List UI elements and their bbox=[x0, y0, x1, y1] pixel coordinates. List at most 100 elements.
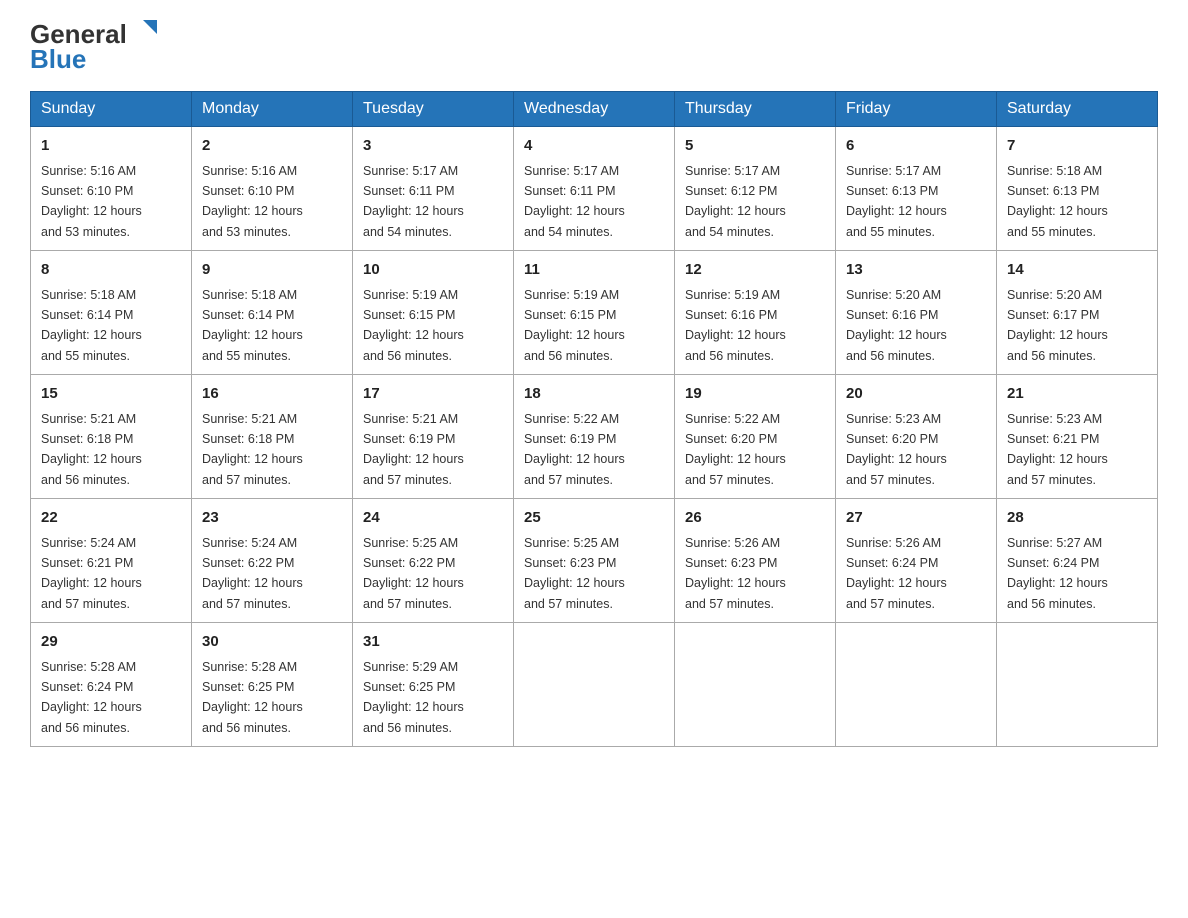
day-number: 24 bbox=[363, 507, 503, 530]
weekday-header-sunday: Sunday bbox=[31, 92, 192, 127]
day-info: Sunrise: 5:23 AMSunset: 6:21 PMDaylight:… bbox=[1007, 412, 1108, 487]
day-info: Sunrise: 5:29 AMSunset: 6:25 PMDaylight:… bbox=[363, 660, 464, 735]
day-info: Sunrise: 5:17 AMSunset: 6:12 PMDaylight:… bbox=[685, 164, 786, 239]
day-number: 11 bbox=[524, 259, 664, 282]
week-row-2: 8 Sunrise: 5:18 AMSunset: 6:14 PMDayligh… bbox=[31, 251, 1158, 375]
day-info: Sunrise: 5:28 AMSunset: 6:24 PMDaylight:… bbox=[41, 660, 142, 735]
day-info: Sunrise: 5:22 AMSunset: 6:20 PMDaylight:… bbox=[685, 412, 786, 487]
day-info: Sunrise: 5:21 AMSunset: 6:19 PMDaylight:… bbox=[363, 412, 464, 487]
week-row-3: 15 Sunrise: 5:21 AMSunset: 6:18 PMDaylig… bbox=[31, 375, 1158, 499]
calendar-cell: 12 Sunrise: 5:19 AMSunset: 6:16 PMDaylig… bbox=[675, 251, 836, 375]
day-number: 5 bbox=[685, 135, 825, 158]
day-number: 16 bbox=[202, 383, 342, 406]
weekday-header-friday: Friday bbox=[836, 92, 997, 127]
day-info: Sunrise: 5:23 AMSunset: 6:20 PMDaylight:… bbox=[846, 412, 947, 487]
day-number: 7 bbox=[1007, 135, 1147, 158]
day-number: 18 bbox=[524, 383, 664, 406]
day-number: 22 bbox=[41, 507, 181, 530]
day-number: 26 bbox=[685, 507, 825, 530]
calendar-cell: 8 Sunrise: 5:18 AMSunset: 6:14 PMDayligh… bbox=[31, 251, 192, 375]
day-info: Sunrise: 5:20 AMSunset: 6:16 PMDaylight:… bbox=[846, 288, 947, 363]
calendar-cell: 26 Sunrise: 5:26 AMSunset: 6:23 PMDaylig… bbox=[675, 499, 836, 623]
calendar-cell: 29 Sunrise: 5:28 AMSunset: 6:24 PMDaylig… bbox=[31, 623, 192, 747]
day-info: Sunrise: 5:18 AMSunset: 6:14 PMDaylight:… bbox=[202, 288, 303, 363]
day-number: 20 bbox=[846, 383, 986, 406]
day-number: 21 bbox=[1007, 383, 1147, 406]
day-info: Sunrise: 5:20 AMSunset: 6:17 PMDaylight:… bbox=[1007, 288, 1108, 363]
logo-blue-text: Blue bbox=[30, 45, 86, 74]
day-number: 10 bbox=[363, 259, 503, 282]
calendar-cell bbox=[836, 623, 997, 747]
weekday-header-thursday: Thursday bbox=[675, 92, 836, 127]
day-info: Sunrise: 5:18 AMSunset: 6:13 PMDaylight:… bbox=[1007, 164, 1108, 239]
calendar-cell: 9 Sunrise: 5:18 AMSunset: 6:14 PMDayligh… bbox=[192, 251, 353, 375]
day-info: Sunrise: 5:19 AMSunset: 6:15 PMDaylight:… bbox=[524, 288, 625, 363]
day-info: Sunrise: 5:19 AMSunset: 6:15 PMDaylight:… bbox=[363, 288, 464, 363]
weekday-header-wednesday: Wednesday bbox=[514, 92, 675, 127]
day-info: Sunrise: 5:24 AMSunset: 6:21 PMDaylight:… bbox=[41, 536, 142, 611]
day-info: Sunrise: 5:24 AMSunset: 6:22 PMDaylight:… bbox=[202, 536, 303, 611]
calendar-cell: 31 Sunrise: 5:29 AMSunset: 6:25 PMDaylig… bbox=[353, 623, 514, 747]
day-number: 14 bbox=[1007, 259, 1147, 282]
day-number: 31 bbox=[363, 631, 503, 654]
calendar-cell: 30 Sunrise: 5:28 AMSunset: 6:25 PMDaylig… bbox=[192, 623, 353, 747]
day-number: 27 bbox=[846, 507, 986, 530]
day-info: Sunrise: 5:17 AMSunset: 6:11 PMDaylight:… bbox=[363, 164, 464, 239]
day-number: 15 bbox=[41, 383, 181, 406]
calendar-cell: 18 Sunrise: 5:22 AMSunset: 6:19 PMDaylig… bbox=[514, 375, 675, 499]
calendar-cell: 24 Sunrise: 5:25 AMSunset: 6:22 PMDaylig… bbox=[353, 499, 514, 623]
calendar-cell: 13 Sunrise: 5:20 AMSunset: 6:16 PMDaylig… bbox=[836, 251, 997, 375]
calendar-cell bbox=[997, 623, 1158, 747]
day-number: 3 bbox=[363, 135, 503, 158]
calendar-cell: 28 Sunrise: 5:27 AMSunset: 6:24 PMDaylig… bbox=[997, 499, 1158, 623]
day-number: 1 bbox=[41, 135, 181, 158]
day-number: 6 bbox=[846, 135, 986, 158]
logo-wordmark: General Blue bbox=[30, 20, 157, 73]
day-number: 12 bbox=[685, 259, 825, 282]
week-row-1: 1 Sunrise: 5:16 AMSunset: 6:10 PMDayligh… bbox=[31, 127, 1158, 251]
day-number: 9 bbox=[202, 259, 342, 282]
day-number: 23 bbox=[202, 507, 342, 530]
week-row-5: 29 Sunrise: 5:28 AMSunset: 6:24 PMDaylig… bbox=[31, 623, 1158, 747]
day-info: Sunrise: 5:18 AMSunset: 6:14 PMDaylight:… bbox=[41, 288, 142, 363]
calendar-cell: 23 Sunrise: 5:24 AMSunset: 6:22 PMDaylig… bbox=[192, 499, 353, 623]
calendar-cell bbox=[675, 623, 836, 747]
week-row-4: 22 Sunrise: 5:24 AMSunset: 6:21 PMDaylig… bbox=[31, 499, 1158, 623]
weekday-header-row: SundayMondayTuesdayWednesdayThursdayFrid… bbox=[31, 92, 1158, 127]
weekday-header-monday: Monday bbox=[192, 92, 353, 127]
day-number: 25 bbox=[524, 507, 664, 530]
calendar-cell: 22 Sunrise: 5:24 AMSunset: 6:21 PMDaylig… bbox=[31, 499, 192, 623]
calendar-cell bbox=[514, 623, 675, 747]
day-info: Sunrise: 5:26 AMSunset: 6:24 PMDaylight:… bbox=[846, 536, 947, 611]
day-info: Sunrise: 5:17 AMSunset: 6:13 PMDaylight:… bbox=[846, 164, 947, 239]
day-info: Sunrise: 5:25 AMSunset: 6:22 PMDaylight:… bbox=[363, 536, 464, 611]
calendar-cell: 2 Sunrise: 5:16 AMSunset: 6:10 PMDayligh… bbox=[192, 127, 353, 251]
logo-triangle-icon bbox=[129, 18, 157, 46]
calendar-cell: 19 Sunrise: 5:22 AMSunset: 6:20 PMDaylig… bbox=[675, 375, 836, 499]
logo: General Blue bbox=[30, 20, 157, 73]
calendar-cell: 20 Sunrise: 5:23 AMSunset: 6:20 PMDaylig… bbox=[836, 375, 997, 499]
calendar-cell: 15 Sunrise: 5:21 AMSunset: 6:18 PMDaylig… bbox=[31, 375, 192, 499]
day-number: 8 bbox=[41, 259, 181, 282]
day-info: Sunrise: 5:19 AMSunset: 6:16 PMDaylight:… bbox=[685, 288, 786, 363]
day-number: 28 bbox=[1007, 507, 1147, 530]
calendar-cell: 4 Sunrise: 5:17 AMSunset: 6:11 PMDayligh… bbox=[514, 127, 675, 251]
page-header: General Blue bbox=[30, 20, 1158, 73]
weekday-header-tuesday: Tuesday bbox=[353, 92, 514, 127]
calendar-cell: 10 Sunrise: 5:19 AMSunset: 6:15 PMDaylig… bbox=[353, 251, 514, 375]
day-info: Sunrise: 5:16 AMSunset: 6:10 PMDaylight:… bbox=[41, 164, 142, 239]
day-info: Sunrise: 5:27 AMSunset: 6:24 PMDaylight:… bbox=[1007, 536, 1108, 611]
calendar-cell: 11 Sunrise: 5:19 AMSunset: 6:15 PMDaylig… bbox=[514, 251, 675, 375]
calendar-cell: 14 Sunrise: 5:20 AMSunset: 6:17 PMDaylig… bbox=[997, 251, 1158, 375]
day-number: 13 bbox=[846, 259, 986, 282]
calendar-cell: 3 Sunrise: 5:17 AMSunset: 6:11 PMDayligh… bbox=[353, 127, 514, 251]
day-info: Sunrise: 5:21 AMSunset: 6:18 PMDaylight:… bbox=[41, 412, 142, 487]
calendar-cell: 25 Sunrise: 5:25 AMSunset: 6:23 PMDaylig… bbox=[514, 499, 675, 623]
weekday-header-saturday: Saturday bbox=[997, 92, 1158, 127]
day-number: 30 bbox=[202, 631, 342, 654]
day-number: 2 bbox=[202, 135, 342, 158]
day-info: Sunrise: 5:25 AMSunset: 6:23 PMDaylight:… bbox=[524, 536, 625, 611]
day-number: 19 bbox=[685, 383, 825, 406]
day-info: Sunrise: 5:16 AMSunset: 6:10 PMDaylight:… bbox=[202, 164, 303, 239]
calendar-cell: 5 Sunrise: 5:17 AMSunset: 6:12 PMDayligh… bbox=[675, 127, 836, 251]
